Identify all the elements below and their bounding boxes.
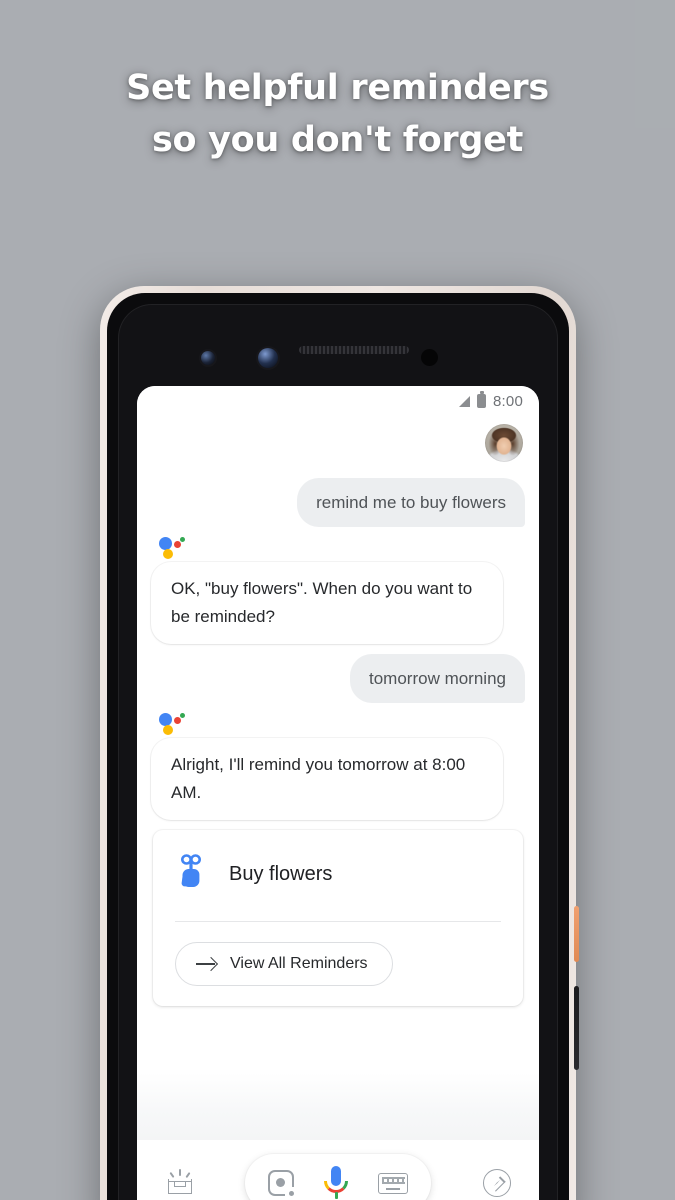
power-button[interactable]: [574, 906, 579, 962]
assistant-message-bubble: Alright, I'll remind you tomorrow at 8:0…: [151, 738, 503, 820]
battery-full-icon: [477, 391, 486, 408]
avatar[interactable]: [485, 424, 523, 462]
reminder-card-header: Buy flowers: [175, 852, 501, 921]
message-row-user: remind me to buy flowers: [151, 478, 525, 527]
user-message-bubble: remind me to buy flowers: [297, 478, 525, 527]
arrow-right-icon: [196, 957, 216, 971]
reminder-card-divider: [175, 921, 501, 922]
view-all-reminders-button[interactable]: View All Reminders: [175, 942, 393, 986]
status-bar: 8:00: [137, 386, 539, 416]
google-assistant-dots-icon: [159, 537, 185, 559]
message-row-assistant: OK, "buy flowers". When do you want to b…: [151, 562, 525, 644]
signal-bars-icon: [459, 395, 470, 407]
front-camera-icon: [201, 351, 215, 365]
front-camera-wide-icon: [258, 348, 278, 368]
conversation-spacer: [137, 1073, 539, 1140]
message-row-user: tomorrow morning: [151, 654, 525, 703]
headline-line-2: so you don't forget: [151, 120, 524, 160]
assistant-conversation: remind me to buy flowers OK, "buy flower…: [137, 416, 539, 1073]
finger-with-string-reminder-icon: [175, 852, 211, 897]
volume-button[interactable]: [574, 986, 579, 1070]
reminder-title: Buy flowers: [229, 863, 333, 885]
view-all-reminders-label: View All Reminders: [230, 955, 368, 972]
snapshot-inbox-icon[interactable]: [165, 1169, 195, 1197]
headline-line-1: Set helpful reminders: [126, 68, 549, 108]
assistant-bottom-bar: [137, 1140, 539, 1200]
promo-screenshot: Set helpful reminders so you don't forge…: [0, 0, 675, 1200]
status-bar-clock: 8:00: [493, 392, 523, 410]
keyboard-icon[interactable]: [378, 1172, 408, 1194]
reminder-card[interactable]: Buy flowers View All Reminders: [153, 830, 523, 1006]
message-row-assistant: Alright, I'll remind you tomorrow at 8:0…: [151, 738, 525, 820]
phone-bezel-inner: 8:00 remind me to buy flowers OK, "buy f…: [118, 304, 558, 1200]
earpiece-speaker-icon: [299, 346, 409, 354]
compass-explore-icon[interactable]: [483, 1169, 511, 1197]
phone-bezel: 8:00 remind me to buy flowers OK, "buy f…: [107, 293, 569, 1200]
google-assistant-dots-icon: [159, 713, 185, 735]
avatar-row: [151, 424, 525, 462]
google-lens-icon[interactable]: [268, 1170, 296, 1198]
assistant-message-bubble: OK, "buy flowers". When do you want to b…: [151, 562, 503, 644]
input-action-pill: [245, 1154, 431, 1200]
google-microphone-icon[interactable]: [324, 1166, 348, 1200]
phone-screen: 8:00 remind me to buy flowers OK, "buy f…: [137, 386, 539, 1200]
promo-headline: Set helpful reminders so you don't forge…: [0, 62, 675, 166]
proximity-sensor-icon: [421, 349, 438, 366]
phone-mockup: 8:00 remind me to buy flowers OK, "buy f…: [100, 286, 579, 1200]
user-message-bubble: tomorrow morning: [350, 654, 525, 703]
